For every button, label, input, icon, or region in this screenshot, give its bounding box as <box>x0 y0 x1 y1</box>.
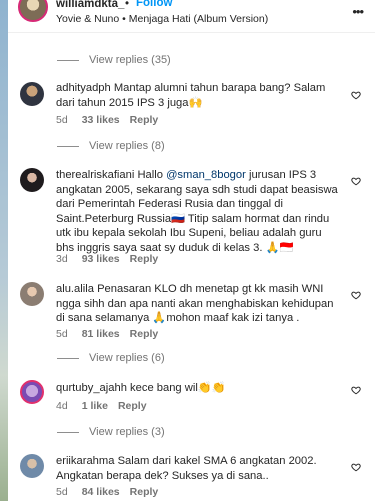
comment-age: 3d <box>56 253 68 265</box>
comment-meta: 3d 93 likes Reply <box>56 253 158 265</box>
comment-age: 5d <box>56 486 68 498</box>
reply-button[interactable]: Reply <box>118 400 147 412</box>
comment-text: Penasaran KLO dh menetap gt kk masih WNI… <box>56 283 334 324</box>
avatar[interactable] <box>20 282 44 306</box>
comment-text-block: therealriskafiani Hallo @sman_8bogor jur… <box>56 168 341 255</box>
view-replies-label: View replies (8) <box>89 140 165 152</box>
follow-button[interactable]: Follow <box>136 0 172 9</box>
heart-icon[interactable] <box>351 290 361 300</box>
comment-text: kece bang wil👏👏 <box>130 382 226 394</box>
post-header: williamdkta_ • Follow Yovie & Nuno • Men… <box>8 0 375 30</box>
comment-username[interactable]: adhityadph <box>56 82 111 94</box>
likes-count[interactable]: 93 likes <box>82 253 120 265</box>
view-replies-button[interactable]: View replies (3) <box>57 426 165 438</box>
likes-count[interactable]: 81 likes <box>82 328 120 340</box>
heart-icon[interactable] <box>351 90 361 100</box>
mention-link[interactable]: @sman_8bogor <box>166 169 246 181</box>
replies-line <box>57 431 79 433</box>
comment-text-block: adhityadph Mantap alumni tahun barapa ba… <box>56 81 341 110</box>
likes-count[interactable]: 84 likes <box>82 486 120 498</box>
comment-username[interactable]: therealriskafiani <box>56 169 134 181</box>
replies-line <box>57 145 79 147</box>
comment-age: 4d <box>56 400 68 412</box>
comment-username[interactable]: qurtuby_ajahh <box>56 382 127 394</box>
comment-text-block: alu.alila Penasaran KLO dh menetap gt kk… <box>56 282 341 326</box>
avatar[interactable] <box>20 82 44 106</box>
comment-meta: 5d 84 likes Reply <box>56 486 158 498</box>
comment-text-block: eriikarahma Salam dari kakel SMA 6 angka… <box>56 454 341 483</box>
comment-username[interactable]: eriikarahma <box>56 455 114 467</box>
view-replies-button[interactable]: View replies (35) <box>57 54 171 66</box>
reply-button[interactable]: Reply <box>130 114 159 126</box>
background-photo-edge <box>0 0 8 501</box>
comment-meta: 5d 81 likes Reply <box>56 328 158 340</box>
separator-dot: • <box>125 0 130 10</box>
comment-text-start: Hallo <box>137 169 167 181</box>
view-replies-label: View replies (3) <box>89 426 165 438</box>
replies-line <box>57 357 79 359</box>
more-options-icon[interactable]: ••• <box>352 4 364 19</box>
avatar[interactable] <box>20 454 44 478</box>
heart-icon[interactable] <box>351 462 361 472</box>
post-username[interactable]: williamdkta_ <box>56 0 124 10</box>
view-replies-button[interactable]: View replies (8) <box>57 140 165 152</box>
audio-track-label[interactable]: Yovie & Nuno • Menjaga Hati (Album Versi… <box>56 13 268 25</box>
comment-username[interactable]: alu.alila <box>56 283 94 295</box>
comment-age: 5d <box>56 328 68 340</box>
comment-meta: 5d 33 likes Reply <box>56 114 158 126</box>
likes-count[interactable]: 1 like <box>82 400 108 412</box>
reply-button[interactable]: Reply <box>130 328 159 340</box>
reply-button[interactable]: Reply <box>130 486 159 498</box>
comment-meta: 4d 1 like Reply <box>56 400 147 412</box>
heart-icon[interactable] <box>351 176 361 186</box>
avatar[interactable] <box>20 380 44 404</box>
avatar[interactable] <box>18 0 48 22</box>
reply-button[interactable]: Reply <box>130 253 159 265</box>
avatar[interactable] <box>20 168 44 192</box>
likes-count[interactable]: 33 likes <box>82 114 120 126</box>
comment-text-end: jurusan IPS 3 angkatan 2005, sekarang sa… <box>56 169 338 254</box>
divider <box>8 32 375 33</box>
view-replies-label: View replies (35) <box>89 54 171 66</box>
comment-age: 5d <box>56 114 68 126</box>
view-replies-label: View replies (6) <box>89 352 165 364</box>
comment-text-block: qurtuby_ajahh kece bang wil👏👏 <box>56 381 341 396</box>
heart-icon[interactable] <box>351 385 361 395</box>
replies-line <box>57 59 79 61</box>
view-replies-button[interactable]: View replies (6) <box>57 352 165 364</box>
